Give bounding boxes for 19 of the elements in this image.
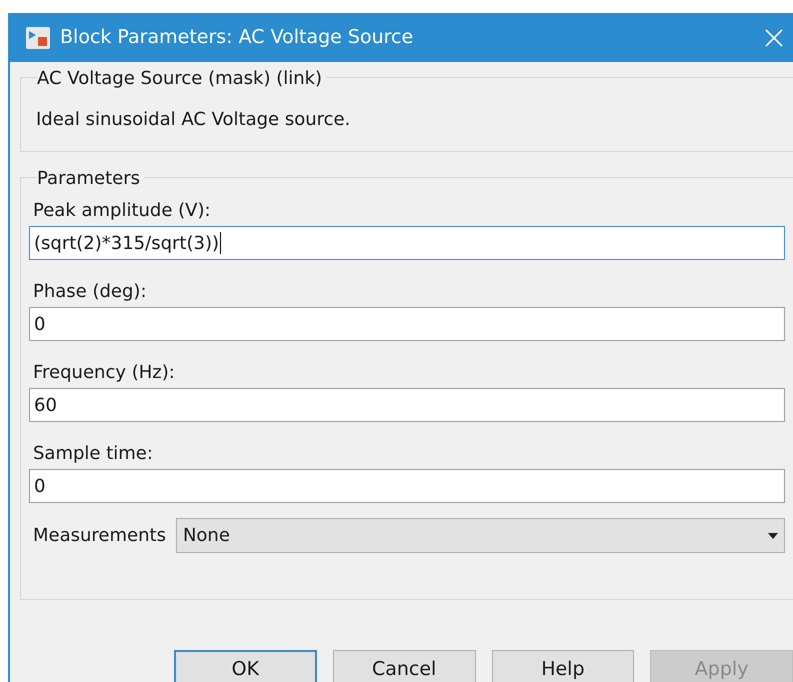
dialog-button[interactable]: Help xyxy=(492,650,634,682)
measurements-dropdown[interactable]: None xyxy=(176,518,785,553)
field-label: Peak amplitude (V): xyxy=(32,199,212,223)
text-cursor xyxy=(220,232,221,254)
description-text: Ideal sinusoidal AC Voltage source. xyxy=(36,108,350,132)
field-label: Measurements xyxy=(32,524,166,548)
dialog-button[interactable]: OK xyxy=(174,650,317,682)
field-label: Phase (deg): xyxy=(32,280,148,304)
input-field[interactable]: 0 xyxy=(29,469,785,503)
field-label: Sample time: xyxy=(32,442,154,466)
caret-icon xyxy=(768,532,778,538)
block-icon xyxy=(26,26,50,48)
input-field[interactable]: (sqrt(2)*315/sqrt(3)) xyxy=(29,226,785,260)
close-icon[interactable] xyxy=(765,28,783,46)
dialog-button[interactable]: Cancel xyxy=(332,650,476,682)
input-field[interactable]: 60 xyxy=(29,388,785,422)
field-label: Frequency (Hz): xyxy=(32,361,176,385)
input-field[interactable]: 0 xyxy=(29,307,785,341)
window-title: Block Parameters: AC Voltage Source xyxy=(60,25,414,50)
